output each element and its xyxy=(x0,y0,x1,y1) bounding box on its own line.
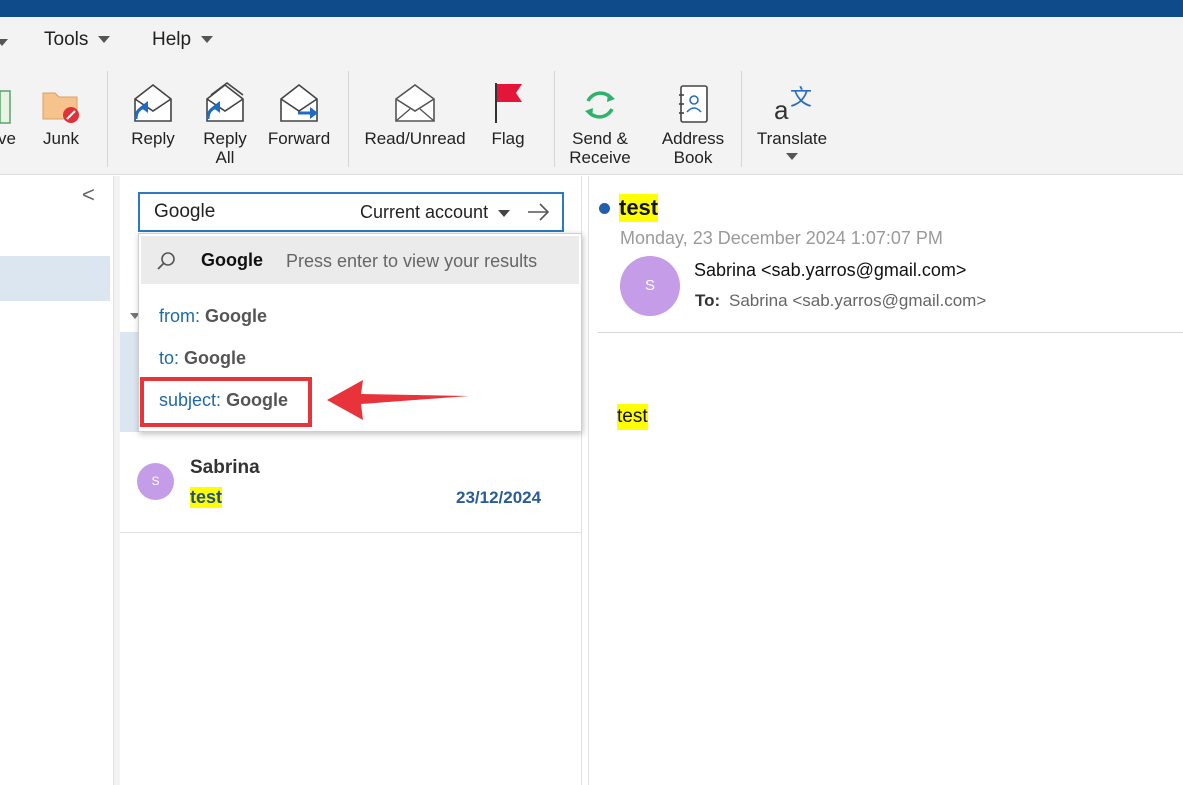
reply-icon xyxy=(124,73,182,125)
header-divider xyxy=(598,332,1183,333)
avatar[interactable]: S xyxy=(620,256,680,316)
email-to-label: To: xyxy=(695,291,721,310)
search-scope-dropdown[interactable]: Current account xyxy=(360,202,511,223)
forward-button[interactable]: Forward xyxy=(264,73,334,148)
read-unread-button[interactable]: Read/Unread xyxy=(364,73,466,148)
suggestion-prefix: from: xyxy=(159,306,201,326)
email-to[interactable]: Sabrina <sab.yarros@gmail.com> xyxy=(729,291,986,311)
window-title-bar xyxy=(0,0,1183,17)
junk-button-label: Junk xyxy=(43,129,79,148)
email-from[interactable]: Sabrina <sab.yarros@gmail.com> xyxy=(694,260,966,281)
flag-button-label: Flag xyxy=(491,129,525,148)
message-sender: Sabrina xyxy=(190,457,260,478)
reply-all-label-line2: All xyxy=(215,148,235,167)
menu-help-label: Help xyxy=(152,29,192,50)
forward-icon xyxy=(264,73,334,125)
suggestion-from[interactable]: from: Google xyxy=(159,306,267,327)
send-receive-button[interactable]: Send & Receive xyxy=(566,73,634,167)
reply-button[interactable]: Reply xyxy=(124,73,182,148)
read-unread-button-label: Read/Unread xyxy=(364,129,466,148)
suggestion-to[interactable]: to: Google xyxy=(159,348,246,369)
email-subject: test xyxy=(619,194,659,222)
junk-button[interactable]: Junk xyxy=(36,73,86,148)
message-date: 23/12/2024 xyxy=(456,488,542,507)
suggestion-value: Google xyxy=(184,348,247,368)
suggestion-term: Google xyxy=(201,250,263,270)
search-box[interactable]: Current account xyxy=(138,192,564,232)
suggestion-hint: Press enter to view your results xyxy=(286,251,538,271)
archive-button-label: ve xyxy=(0,129,16,148)
search-go-arrow-icon[interactable] xyxy=(526,200,552,224)
suggestion-prefix: to: xyxy=(159,348,180,368)
folder-pane: < xyxy=(0,176,114,785)
menu-tools[interactable]: Tools xyxy=(44,29,111,51)
reply-all-label-line1: Reply xyxy=(203,129,247,148)
annotation-highlight-box xyxy=(140,377,312,427)
forward-button-label: Forward xyxy=(267,129,331,148)
selected-folder-item[interactable] xyxy=(0,256,110,301)
suggestion-value: Google xyxy=(205,306,268,326)
email-body: test xyxy=(617,404,648,430)
address-book-button[interactable]: Address Book xyxy=(657,73,729,167)
archive-icon xyxy=(0,73,20,125)
menu-tools-label: Tools xyxy=(44,29,89,50)
ribbon-toolbar: ve Junk Reply Reply All Forward Read/Unr… xyxy=(0,65,1183,175)
translate-button-label: Translate xyxy=(756,129,828,148)
search-scope-label: Current account xyxy=(360,202,489,222)
unread-indicator xyxy=(599,203,610,214)
address-book-icon xyxy=(657,73,729,125)
message-subject: test xyxy=(190,487,223,508)
search-icon xyxy=(155,250,177,272)
menu-help[interactable]: Help xyxy=(152,29,214,51)
translate-icon: a 文 xyxy=(754,73,830,125)
address-book-label-line1: Address xyxy=(661,129,725,148)
flag-icon xyxy=(484,73,532,125)
reading-pane: test Monday, 23 December 2024 1:07:07 PM… xyxy=(588,176,1183,785)
search-input[interactable] xyxy=(140,194,350,230)
chevron-down-icon xyxy=(498,209,511,217)
svg-text:a: a xyxy=(774,95,789,125)
archive-button[interactable]: ve xyxy=(0,73,20,148)
ribbon-separator xyxy=(554,71,555,167)
sync-icon xyxy=(566,73,634,125)
chevron-down-icon xyxy=(98,36,111,44)
translate-button[interactable]: a 文 Translate xyxy=(754,73,830,160)
email-date: Monday, 23 December 2024 1:07:07 PM xyxy=(620,228,943,248)
svg-text:文: 文 xyxy=(790,86,812,111)
address-book-label-line2: Book xyxy=(673,148,713,167)
reply-all-button[interactable]: Reply All xyxy=(196,73,254,167)
chevron-down-icon[interactable] xyxy=(0,39,8,46)
suggestion-search-all[interactable]: Google Press enter to view your results xyxy=(141,236,579,284)
menu-bar: Tools Help xyxy=(0,17,1183,65)
junk-folder-icon xyxy=(36,73,86,125)
reply-button-label: Reply xyxy=(131,129,175,148)
collapse-pane-icon[interactable]: < xyxy=(82,182,95,208)
chevron-down-icon xyxy=(201,36,214,44)
open-envelope-icon xyxy=(364,73,466,125)
ribbon-separator xyxy=(348,71,349,167)
send-receive-label-line2: Receive xyxy=(569,148,631,167)
ribbon-separator xyxy=(741,71,742,167)
avatar: S xyxy=(137,463,174,500)
ribbon-separator xyxy=(107,71,108,167)
flag-button[interactable]: Flag xyxy=(484,73,532,148)
list-item[interactable]: S Sabrina test 23/12/2024 xyxy=(120,441,582,533)
annotation-arrow-icon xyxy=(325,376,471,427)
reply-all-icon xyxy=(196,73,254,125)
chevron-down-icon xyxy=(786,153,798,160)
send-receive-label-line1: Send & xyxy=(572,129,628,148)
